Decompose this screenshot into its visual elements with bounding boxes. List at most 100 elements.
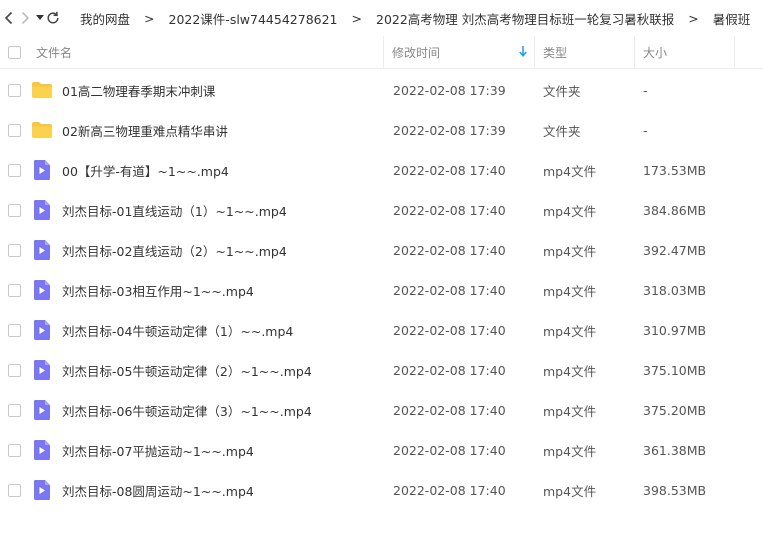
forward-icon[interactable] (20, 0, 30, 36)
file-row[interactable]: 刘杰目标-06牛顿运动定律（3）~1~~.mp4 2022-02-08 17:4… (0, 390, 763, 430)
column-header-type[interactable]: 类型 (535, 35, 635, 69)
file-type: mp4文件 (543, 443, 597, 459)
row-checkbox[interactable] (7, 203, 21, 217)
file-type: mp4文件 (543, 283, 597, 299)
file-row[interactable]: 00【升学-有道】~1~~.mp4 2022-02-08 17:40 mp4文件… (0, 150, 763, 190)
breadcrumb-item-courseware[interactable]: 2022课件-slw74454278621 (169, 9, 338, 28)
file-row[interactable]: 01高二物理春季期末冲刺课 2022-02-08 17:39 文件夹 - (0, 70, 763, 110)
video-file-icon (28, 160, 56, 180)
file-name[interactable]: 刘杰目标-02直线运动（2）~1~~.mp4 (56, 241, 384, 260)
row-checkbox[interactable] (7, 243, 21, 257)
file-row[interactable]: 刘杰目标-03相互作用~1~~.mp4 2022-02-08 17:40 mp4… (0, 270, 763, 310)
video-file-icon (28, 440, 56, 460)
file-type: mp4文件 (543, 243, 597, 259)
file-row[interactable]: 刘杰目标-05牛顿运动定律（2）~1~~.mp4 2022-02-08 17:4… (0, 350, 763, 390)
file-modified: 2022-02-08 17:40 (393, 282, 506, 298)
file-row[interactable]: 刘杰目标-01直线运动（1）~1~~.mp4 2022-02-08 17:40 … (0, 190, 763, 230)
folder-icon (28, 122, 56, 138)
file-modified: 2022-02-08 17:40 (393, 482, 506, 498)
video-file-icon (28, 320, 56, 340)
file-size: 310.97MB (643, 322, 707, 338)
file-modified: 2022-02-08 17:40 (393, 202, 506, 218)
row-checkbox[interactable] (7, 283, 21, 297)
file-type: mp4文件 (543, 163, 597, 179)
column-header-name[interactable]: 文件名 (28, 35, 384, 69)
column-header-type-label: 类型 (543, 45, 568, 60)
file-modified: 2022-02-08 17:40 (393, 162, 506, 178)
video-file-icon (28, 240, 56, 260)
file-size: 375.10MB (643, 362, 707, 378)
row-checkbox[interactable] (7, 83, 21, 97)
breadcrumb-item-course[interactable]: 2022高考物理 刘杰高考物理目标班一轮复习暑秋联报 (376, 9, 674, 28)
column-header-size[interactable]: 大小 (635, 35, 735, 69)
column-header-modified[interactable]: 修改时间 (384, 35, 535, 69)
breadcrumb-item-root[interactable]: 我的网盘 (80, 9, 130, 28)
file-row[interactable]: 刘杰目标-04牛顿运动定律（1）~~.mp4 2022-02-08 17:40 … (0, 310, 763, 350)
video-file-icon (28, 280, 56, 300)
file-modified: 2022-02-08 17:40 (393, 242, 506, 258)
video-file-icon (28, 480, 56, 500)
file-name[interactable]: 刘杰目标-03相互作用~1~~.mp4 (56, 281, 384, 300)
video-file-icon (28, 200, 56, 220)
row-checkbox[interactable] (7, 363, 21, 377)
file-name[interactable]: 00【升学-有道】~1~~.mp4 (56, 161, 384, 180)
file-type: 文件夹 (543, 123, 581, 139)
select-all-checkbox[interactable] (7, 45, 21, 59)
back-icon[interactable] (4, 0, 14, 36)
row-checkbox[interactable] (7, 163, 21, 177)
history-dropdown-icon[interactable] (36, 0, 44, 36)
file-row[interactable]: 刘杰目标-08圆周运动~1~~.mp4 2022-02-08 17:40 mp4… (0, 470, 763, 510)
file-modified: 2022-02-08 17:39 (393, 82, 506, 98)
row-checkbox[interactable] (7, 323, 21, 337)
file-modified: 2022-02-08 17:40 (393, 442, 506, 458)
folder-icon (28, 82, 56, 98)
breadcrumb-item-current[interactable]: 暑假班 (713, 9, 751, 28)
file-modified: 2022-02-08 17:40 (393, 402, 506, 418)
row-checkbox[interactable] (7, 123, 21, 137)
refresh-icon[interactable] (46, 0, 60, 36)
breadcrumb-separator: > (351, 10, 362, 26)
file-name[interactable]: 刘杰目标-06牛顿运动定律（3）~1~~.mp4 (56, 401, 384, 420)
breadcrumb-separator: > (688, 10, 699, 26)
file-type: mp4文件 (543, 363, 597, 379)
file-size: 318.03MB (643, 282, 707, 298)
file-name[interactable]: 01高二物理春季期末冲刺课 (56, 81, 384, 100)
file-size: 392.47MB (643, 242, 707, 258)
row-checkbox[interactable] (7, 483, 21, 497)
file-type: mp4文件 (543, 403, 597, 419)
column-header-modified-label: 修改时间 (392, 45, 441, 60)
file-list: 01高二物理春季期末冲刺课 2022-02-08 17:39 文件夹 - 02新… (0, 70, 763, 510)
file-row[interactable]: 02新高三物理重难点精华串讲 2022-02-08 17:39 文件夹 - (0, 110, 763, 150)
file-name[interactable]: 刘杰目标-05牛顿运动定律（2）~1~~.mp4 (56, 361, 384, 380)
file-type: 文件夹 (543, 83, 581, 99)
column-header-size-label: 大小 (643, 45, 668, 60)
file-size: - (643, 82, 648, 98)
file-name[interactable]: 刘杰目标-01直线运动（1）~1~~.mp4 (56, 201, 384, 220)
file-name[interactable]: 02新高三物理重难点精华串讲 (56, 121, 384, 140)
file-size: 398.53MB (643, 482, 707, 498)
file-size: 361.38MB (643, 442, 707, 458)
row-checkbox[interactable] (7, 443, 21, 457)
file-list-header: 文件名 修改时间 类型 大小 (0, 35, 763, 69)
file-type: mp4文件 (543, 203, 597, 219)
file-size: 173.53MB (643, 162, 707, 178)
file-modified: 2022-02-08 17:40 (393, 362, 506, 378)
file-row[interactable]: 刘杰目标-07平抛运动~1~~.mp4 2022-02-08 17:40 mp4… (0, 430, 763, 470)
file-type: mp4文件 (543, 323, 597, 339)
sort-descending-icon (519, 45, 527, 60)
file-modified: 2022-02-08 17:39 (393, 122, 506, 138)
file-size: - (643, 122, 648, 138)
file-name[interactable]: 刘杰目标-08圆周运动~1~~.mp4 (56, 481, 384, 500)
video-file-icon (28, 360, 56, 380)
row-checkbox[interactable] (7, 403, 21, 417)
breadcrumb-separator: > (144, 10, 155, 26)
column-header-name-label: 文件名 (36, 45, 73, 60)
file-type: mp4文件 (543, 483, 597, 499)
file-size: 375.20MB (643, 402, 707, 418)
header-select-cell (0, 36, 28, 69)
file-name[interactable]: 刘杰目标-04牛顿运动定律（1）~~.mp4 (56, 321, 384, 340)
file-row[interactable]: 刘杰目标-02直线运动（2）~1~~.mp4 2022-02-08 17:40 … (0, 230, 763, 270)
file-modified: 2022-02-08 17:40 (393, 322, 506, 338)
navigation-bar: 我的网盘 > 2022课件-slw74454278621 > 2022高考物理 … (0, 0, 763, 36)
file-name[interactable]: 刘杰目标-07平抛运动~1~~.mp4 (56, 441, 384, 460)
